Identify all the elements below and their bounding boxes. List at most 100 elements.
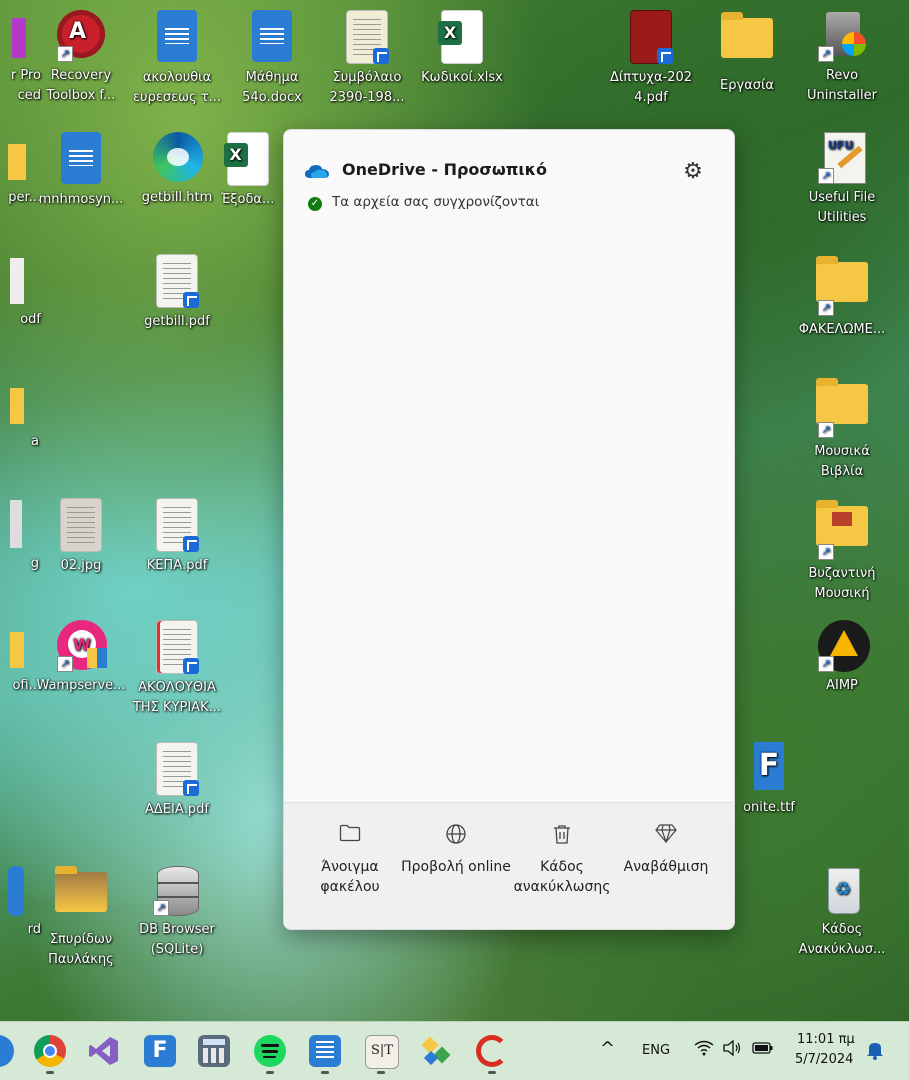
desktop-icon-ergasia[interactable]: Εργασία [702,8,792,96]
desktop-icon-aimp[interactable]: ↗ AIMP [797,618,887,696]
onedrive-flyout: OneDrive - Προσωπικό ⚙ ✓ Τα αρχεία σας σ… [283,129,735,930]
desktop-icon-partial-4[interactable]: a [0,374,45,452]
desktop-icon-getbill-pdf[interactable]: getbill.pdf [132,252,222,332]
wifi-icon[interactable] [694,1040,714,1060]
pdf-file-icon [0,252,28,308]
running-indicator [321,1071,329,1074]
puzzle-app-icon[interactable] [420,1035,452,1067]
desktop-icon-exoda[interactable]: X Έξοδα... [210,130,285,210]
taskbar: F S|T ^ ENG 11:01 πμ 5/7/2024 [0,1021,909,1080]
desktop-icon-recycle-bin[interactable]: ♻ Κάδος Ανακύκλωσ... [797,862,887,960]
desktop-icon-label: ΑΚΟΛΟΥΘΙΑ ΤΗΣ ΚΥΡΙΑΚ... [132,680,222,715]
recovery-toolbox-icon: A ↗ [53,8,109,64]
folder-icon [719,12,775,74]
desktop-icon-mnhmosyn[interactable]: mnhmosyn... [36,130,126,210]
desktop-icon-diptyxa-pdf[interactable]: Δίπτυχα-2024.pdf [606,8,696,108]
desktop-icon-mathima-docx[interactable]: Μάθημα 54ο.docx [227,8,317,108]
onedrive-footer: Άνοιγμα φακέλου Προβολή online Κάδος ανα… [284,802,734,929]
desktop-icon-label: Δίπτυχα-2024.pdf [609,70,693,105]
upgrade-label: Αναβάθμιση [623,859,709,875]
partial-app-icon[interactable] [0,1035,14,1067]
sync-status-text: Τα αρχεία σας συγχρονίζονται [332,194,540,210]
desktop-icon-label: Σπυρίδων Παυλάκης [48,932,114,967]
excel-file-icon: X [220,132,276,188]
desktop-icon-getbill-htm[interactable]: getbill.htm [132,130,222,208]
desktop-icon-label: getbill.htm [141,190,213,205]
desktop-icon-adeia-pdf[interactable]: ΑΔΕΙΑ.pdf [132,740,222,820]
desktop-icon-symvolaio[interactable]: Συμβόλαιο 2390-198... [322,8,412,108]
desktop-icon-akolouthia-kyriak[interactable]: ΑΚΟΛΟΥΘΙΑ ΤΗΣ ΚΥΡΙΑΚ... [132,618,222,718]
folder-icon [53,866,109,928]
font-creator-icon[interactable]: F [144,1035,176,1067]
desktop-icon-label: getbill.pdf [144,314,210,329]
folder-icon [0,374,28,430]
desktop-icon-mousika-vivlia[interactable]: ↗ Μουσικά Βιβλία [797,374,887,482]
desktop-icon-akolouthia[interactable]: ακολουθια ευρεσεως τ... [132,8,222,108]
clock-time[interactable]: 11:01 πμ [797,1032,855,1047]
calculator-icon[interactable] [198,1035,230,1067]
trash-icon [550,823,574,847]
visual-studio-icon[interactable] [88,1035,120,1067]
settings-gear-icon[interactable]: ⚙ [680,159,706,185]
desktop-icon-label: Κάδος Ανακύκλωσ... [798,922,886,957]
onedrive-cloud-icon [305,165,329,178]
chrome-icon[interactable] [34,1035,66,1067]
running-indicator [488,1071,496,1074]
desktop-icon-label: Εργασία [720,78,774,93]
pdf-file-icon [149,498,205,554]
desktop-icon-label: ΦΑΚΕΛΩΜΕ... [798,322,886,337]
recycle-bin-button[interactable]: Κάδος ανακύκλωσης [506,823,618,897]
folder-icon: ↗ [814,378,870,440]
running-indicator [266,1071,274,1074]
spotify-icon[interactable] [254,1035,286,1067]
folder-icon [0,618,28,674]
desktop-icon-vyzantini-mousiki[interactable]: ↗ Βυζαντινή Μουσική [797,496,887,604]
ccleaner-icon[interactable] [476,1035,508,1067]
word-document-icon [244,10,300,66]
database-icon: ↗ [149,862,205,918]
desktop-icon-label: DB Browser (SQLite) [139,922,215,957]
desktop-icon-wampserver[interactable]: W ↗ Wampserve... [36,618,126,696]
pdf-file-icon [149,254,205,310]
desktop-icon-recovery-toolbox[interactable]: A ↗ Recovery Toolbox f... [36,8,126,106]
desktop-icon-spyridon[interactable]: Σπυρίδων Παυλάκης [36,862,126,970]
desktop-icon-label: ακολουθια ευρεσεως τ... [133,70,221,105]
wampserver-icon: W ↗ [53,618,109,674]
aimp-icon: ↗ [814,618,870,674]
desktop-icon-kodikoi-xlsx[interactable]: X Κωδικοί.xlsx [417,8,507,88]
view-online-button[interactable]: Προβολή online [400,823,512,877]
sync-check-icon: ✓ [308,197,322,211]
desktop-icon-useful-file-utilities[interactable]: UFU ↗ Useful File Utilities [797,130,887,228]
notification-bell-icon[interactable] [866,1040,884,1064]
desktop-icon-label: Revo Uninstaller [806,68,877,103]
desktop-icon-partial-3[interactable]: odf [0,252,45,330]
input-language-indicator[interactable]: ENG [642,1043,670,1058]
font-file-icon: F [728,740,784,796]
onedrive-header: OneDrive - Προσωπικό ⚙ ✓ Τα αρχεία σας σ… [284,130,734,230]
pdf-file-icon [149,742,205,798]
volume-icon[interactable] [722,1039,742,1060]
desktop-icon-revo-uninstaller[interactable]: ↗ Revo Uninstaller [797,8,887,106]
desktop-icon-label: Useful File Utilities [808,190,876,225]
upgrade-button[interactable]: Αναβάθμιση [610,823,722,877]
desktop-icon-label: a [31,434,39,449]
globe-icon [444,823,468,847]
show-hidden-icons-chevron[interactable]: ^ [600,1038,615,1059]
notepad-icon[interactable] [309,1035,341,1067]
image-file-icon [0,496,28,552]
subtitle-edit-icon[interactable]: S|T [365,1035,399,1069]
desktop-icon-kepa-pdf[interactable]: ΚΕΠΑ.pdf [132,496,222,576]
pdf-file-icon [149,620,205,676]
open-folder-label: Άνοιγμα φακέλου [320,859,380,895]
desktop-icon-db-browser[interactable]: ↗ DB Browser (SQLite) [132,862,222,960]
battery-icon[interactable] [752,1041,774,1059]
app-icon [0,862,28,918]
clock-date[interactable]: 5/7/2024 [795,1052,853,1067]
desktop-icon-label: 02.jpg [60,558,102,573]
desktop-icon-label: mnhmosyn... [38,192,124,207]
excel-file-icon: X [434,10,490,66]
desktop-icon-02-jpg[interactable]: 02.jpg [36,496,126,576]
folder-icon: ↗ [814,256,870,318]
open-folder-button[interactable]: Άνοιγμα φακέλου [294,823,406,897]
desktop-icon-fakelomeni[interactable]: ↗ ΦΑΚΕΛΩΜΕ... [797,252,887,340]
